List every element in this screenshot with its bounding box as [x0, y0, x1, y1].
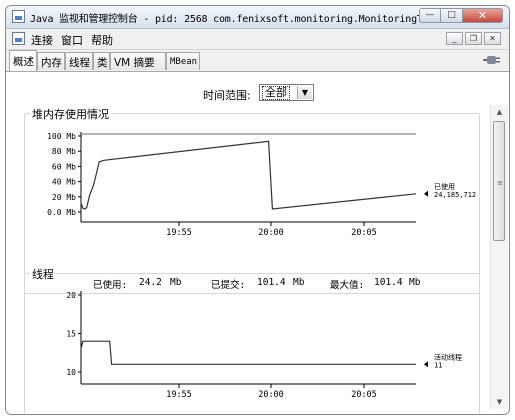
- threads-y-tick-label: 20: [66, 291, 76, 300]
- tab-threads[interactable]: 线程: [65, 52, 93, 70]
- chevron-down-icon[interactable]: ▼: [297, 86, 312, 99]
- threads-value-marker-icon: [424, 361, 428, 368]
- heap-x-tick-label: 20:05: [351, 228, 377, 238]
- time-range-row: 时间范围: 全部 ▼: [6, 84, 486, 104]
- minimize-button[interactable]: —: [419, 8, 441, 23]
- heap-value-marker-icon: [424, 190, 428, 197]
- grip-icon: ≡: [497, 179, 503, 187]
- scrollbar-thumb[interactable]: ≡: [493, 121, 505, 241]
- title-bar[interactable]: Java 监视和管理控制台 - pid: 2568 com.fenixsoft.…: [6, 6, 509, 29]
- heap-x-tick-label: 20:00: [258, 228, 284, 238]
- menu-window[interactable]: 窗口: [61, 32, 83, 48]
- time-range-label: 时间范围:: [203, 89, 251, 102]
- internal-frame-icon: [12, 32, 25, 45]
- app-window: Java 监视和管理控制台 - pid: 2568 com.fenixsoft.…: [5, 5, 510, 415]
- menu-bar: 连接 窗口 帮助 _ ❐ ✕: [6, 29, 509, 50]
- tab-mbean[interactable]: MBean: [166, 52, 200, 70]
- window-controls: — □ ✕: [419, 8, 503, 25]
- maximize-button[interactable]: □: [441, 8, 463, 23]
- threads-x-tick-label: 20:05: [351, 390, 377, 400]
- heap-legend-name: 已使用: [434, 182, 455, 191]
- menu-help[interactable]: 帮助: [91, 32, 113, 48]
- threads-series-line: [80, 340, 416, 365]
- heap-x-tick-label: 19:55: [166, 228, 192, 238]
- tab-bar: 概述 内存 线程 类 VM 摘要 MBean: [6, 50, 509, 72]
- heap-y-tick-label: 20 Mb: [52, 193, 76, 202]
- heap-y-tick-label: 80 Mb: [52, 147, 76, 156]
- java-console-icon: [12, 10, 25, 23]
- internal-frame-controls: _ ❐ ✕: [444, 32, 501, 45]
- plug-icon[interactable]: [483, 55, 501, 65]
- threads-legend-name: 活动线程: [434, 352, 462, 361]
- overview-content: 时间范围: 全部 ▼ 堆内存使用情况 0.0 Mb 20 Mb 40 Mb 60 Mb…: [6, 72, 509, 414]
- scroll-down-arrow-icon[interactable]: ▼: [491, 395, 508, 409]
- window-title: Java 监视和管理控制台 - pid: 2568 com.fenixsoft.…: [30, 14, 441, 25]
- threads-chart: 10 15 20 19:55 20:00 20:05 活动线程11: [66, 291, 462, 400]
- heap-y-tick-label: 40 Mb: [52, 178, 76, 187]
- heap-y-tick-label: 100 Mb: [47, 132, 76, 141]
- tab-classes[interactable]: 类: [93, 52, 110, 70]
- heap-legend-value: 24,185,712: [434, 191, 476, 199]
- scroll-up-arrow-icon[interactable]: ▲: [491, 105, 508, 119]
- inner-close-button[interactable]: ✕: [484, 32, 501, 45]
- inner-minimize-button[interactable]: _: [446, 32, 463, 45]
- threads-legend-value: 11: [434, 361, 442, 369]
- menu-connection[interactable]: 连接: [31, 32, 53, 48]
- heap-y-tick-label: 60 Mb: [52, 162, 76, 171]
- tab-overview[interactable]: 概述: [9, 50, 37, 71]
- threads-x-tick-label: 20:00: [258, 390, 284, 400]
- heap-memory-chart: 0.0 Mb 20 Mb 40 Mb 60 Mb 80 Mb 100 Mb 19:55 20:…: [47, 132, 476, 238]
- threads-panel-title: 线程: [30, 266, 56, 282]
- threads-panel: 线程 10 15 20 19:55 20:00 20:05 活动线程 11: [24, 266, 480, 414]
- threads-y-tick-label: 10: [66, 368, 76, 377]
- heap-y-tick-label: 0.0 Mb: [47, 208, 76, 217]
- heap-memory-panel: 堆内存使用情况 0.0 Mb 20 Mb 40 Mb 60 Mb 80 Mb 100 Mb…: [24, 106, 480, 294]
- time-range-selected: 全部: [262, 86, 290, 100]
- threads-x-tick-label: 19:55: [166, 390, 192, 400]
- close-button[interactable]: ✕: [463, 8, 503, 23]
- time-range-select[interactable]: 全部 ▼: [259, 84, 314, 101]
- inner-restore-button[interactable]: ❐: [465, 32, 482, 45]
- tab-memory[interactable]: 内存: [37, 52, 65, 70]
- threads-y-tick-label: 15: [66, 330, 76, 339]
- tab-vm-summary[interactable]: VM 摘要: [110, 52, 166, 70]
- heap-series-line: [80, 140, 417, 210]
- vertical-scrollbar[interactable]: ▲ ≡ ▼: [490, 105, 508, 409]
